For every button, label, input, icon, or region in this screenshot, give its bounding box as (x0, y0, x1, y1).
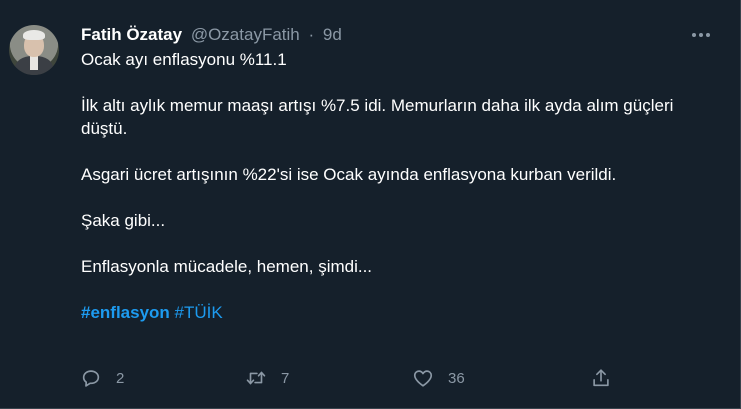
reply-icon (82, 370, 100, 387)
timestamp[interactable]: 9d (323, 25, 342, 44)
retweet-icon (246, 371, 266, 385)
hashtag-link[interactable]: #enflasyon (81, 303, 170, 322)
more-options-button[interactable] (688, 22, 714, 48)
hashtag-link[interactable]: #TÜİK (175, 303, 223, 322)
display-name[interactable]: Fatih Özatay (81, 25, 182, 44)
avatar-hair (23, 30, 45, 40)
tweet-paragraph: Asgari ücret artışının %22'si ise Ocak a… (81, 165, 617, 184)
avatar-collar (30, 56, 38, 70)
share-icon (593, 369, 609, 387)
like-count: 36 (448, 369, 465, 387)
tweet-header: Fatih Özatay @OzatayFatih · 9d (81, 25, 342, 45)
reply-button[interactable]: 2 (80, 365, 124, 391)
retweet-button[interactable]: 7 (245, 365, 289, 391)
hashtag-line: #enflasyon #TÜİK (81, 301, 721, 324)
tweet-paragraph: Enflasyonla mücadele, hemen, şimdi... (81, 257, 373, 276)
more-horizontal-icon (692, 33, 710, 37)
tweet-actions: 2 7 36 (80, 365, 620, 391)
tweet-body: Ocak ayı enflasyonu %11.1 İlk altı aylık… (81, 48, 721, 347)
retweet-count: 7 (281, 369, 290, 387)
like-icon (413, 370, 433, 387)
avatar[interactable] (9, 25, 59, 75)
tweet-paragraph: İlk altı aylık memur maaşı artışı %7.5 i… (81, 96, 674, 138)
like-button[interactable]: 36 (412, 365, 465, 391)
user-handle[interactable]: @OzatayFatih (191, 25, 300, 44)
tweet[interactable]: Fatih Özatay @OzatayFatih · 9d Ocak ayı … (0, 0, 741, 409)
tweet-paragraph: Ocak ayı enflasyonu %11.1 (81, 50, 287, 69)
reply-count: 2 (116, 369, 125, 387)
separator-dot: · (308, 25, 315, 44)
tweet-paragraph: Şaka gibi... (81, 211, 166, 230)
share-button[interactable] (590, 365, 612, 391)
